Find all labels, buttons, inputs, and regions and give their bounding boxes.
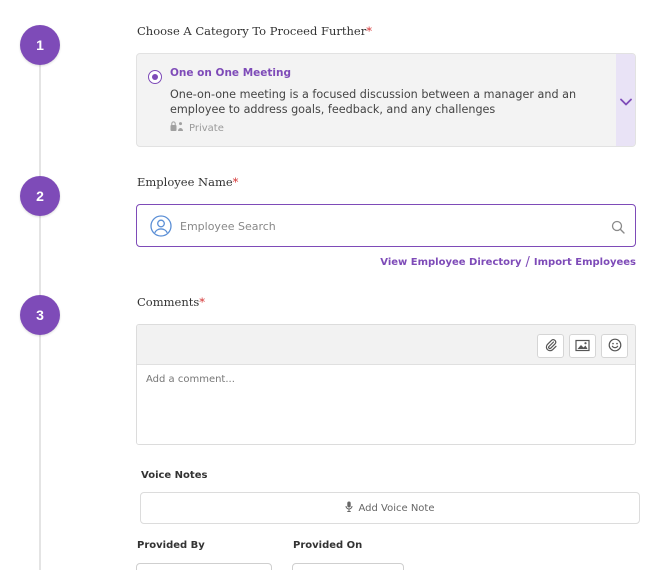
private-lock-icon (170, 121, 184, 135)
comment-textarea[interactable] (137, 366, 635, 444)
step-3-badge: 3 (20, 295, 60, 335)
emoji-button[interactable] (601, 334, 628, 358)
category-visibility: Private (170, 121, 224, 135)
smiley-icon (608, 337, 622, 356)
link-separator: / (525, 255, 530, 270)
voice-notes-label: Voice Notes (141, 470, 208, 481)
employee-search-input[interactable] (180, 215, 590, 237)
microphone-icon (345, 501, 353, 515)
comments-label-text: Comments (137, 295, 200, 309)
provided-on-label: Provided On (293, 540, 363, 551)
search-icon[interactable] (611, 219, 625, 238)
attach-button[interactable] (537, 334, 564, 358)
category-radio[interactable] (148, 70, 162, 84)
provided-on-field[interactable] (292, 563, 404, 570)
step-1-badge: 1 (20, 25, 60, 65)
step-2-badge: 2 (20, 176, 60, 216)
view-employee-directory-link[interactable]: View Employee Directory (380, 257, 521, 268)
required-mark: * (366, 24, 372, 38)
chevron-down-icon (619, 91, 632, 110)
user-icon (150, 215, 172, 241)
required-mark: * (199, 295, 206, 309)
add-voice-note-button[interactable]: Add Voice Note (140, 492, 640, 524)
provided-by-label: Provided By (137, 540, 205, 551)
category-dropdown-toggle[interactable] (616, 54, 635, 146)
employee-name-label-text: Employee Name (137, 175, 233, 189)
paperclip-icon (544, 337, 558, 356)
category-title: One on One Meeting (170, 67, 292, 79)
import-employees-link[interactable]: Import Employees (534, 257, 636, 268)
provided-by-field[interactable] (136, 563, 272, 570)
category-visibility-text: Private (189, 122, 224, 134)
employee-name-label: Employee Name* (137, 175, 238, 189)
employee-search-box[interactable] (136, 204, 636, 247)
required-mark: * (232, 175, 239, 189)
insert-image-button[interactable] (569, 334, 596, 358)
image-icon (575, 337, 590, 356)
category-card[interactable]: One on One Meeting One-on-one meeting is… (136, 53, 636, 147)
employee-directory-links: View Employee Directory / Import Employe… (380, 255, 636, 270)
category-description: One-on-one meeting is a focused discussi… (170, 88, 577, 116)
category-label: Choose A Category To Proceed Further* (137, 24, 372, 38)
category-label-text: Choose A Category To Proceed Further (137, 24, 367, 38)
comment-toolbar (137, 325, 635, 365)
comment-editor (136, 324, 636, 445)
comments-label: Comments* (137, 295, 205, 309)
add-voice-note-label: Add Voice Note (358, 502, 435, 514)
